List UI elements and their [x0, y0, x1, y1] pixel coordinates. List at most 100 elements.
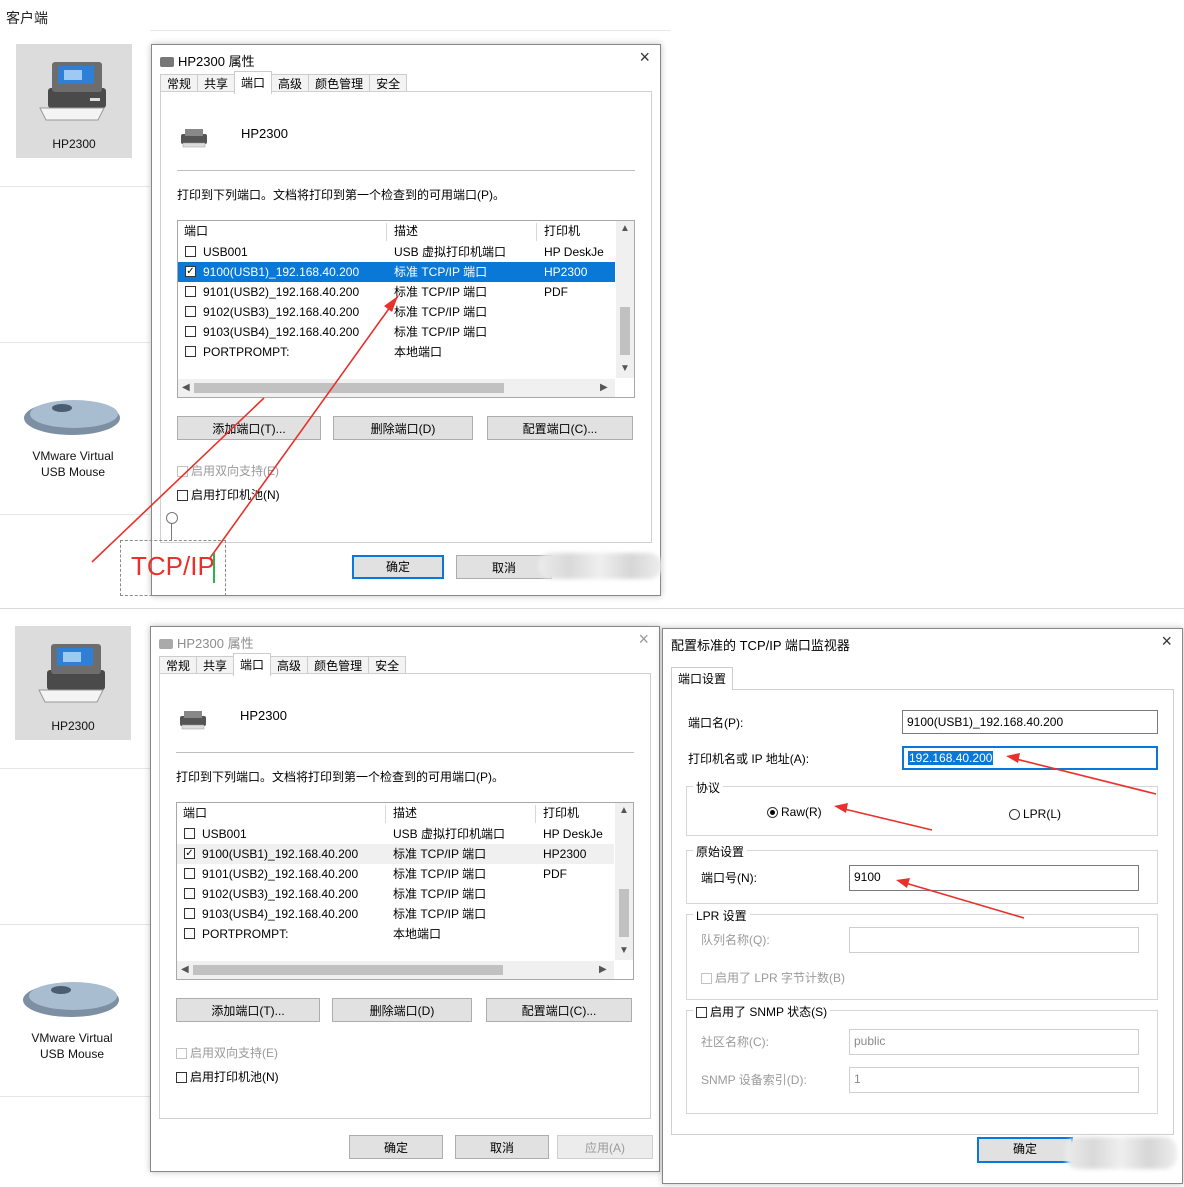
annotation-line	[901, 881, 1025, 919]
tab-ports[interactable]: 端口	[234, 71, 273, 94]
port-printer: HP2300	[543, 847, 587, 861]
port-description: 标准 TCP/IP 端口	[393, 907, 487, 921]
vertical-scrollbar[interactable]: ▲ ▼	[615, 803, 633, 960]
port-row[interactable]: 9102(USB3)_192.168.40.200 标准 TCP/IP 端口	[177, 884, 614, 904]
port-printer: HP DeskJe	[543, 827, 603, 841]
port-row[interactable]: 9103(USB4)_192.168.40.200 标准 TCP/IP 端口	[177, 904, 614, 924]
port-row[interactable]: USB001 USB 虚拟打印机端口 HP DeskJe	[177, 824, 614, 844]
annotation-textbox[interactable]: TCP/IP	[120, 540, 226, 596]
bidi-checkbox: 启用双向支持(E)	[176, 1044, 278, 1061]
checkbox-box[interactable]	[696, 1007, 707, 1018]
ports-list[interactable]: 端口 描述 打印机 USB001 USB 虚拟打印机端口 HP DeskJe ✓ 91…	[176, 802, 634, 980]
configure-port-button[interactable]: 配置端口(C)...	[486, 998, 632, 1022]
device-label-line: VMware Virtual	[31, 1031, 113, 1045]
tab-ports[interactable]: 端口	[233, 653, 272, 676]
divider	[0, 1096, 150, 1097]
printer-small-icon	[159, 639, 173, 649]
port-name: 9103(USB4)_192.168.40.200	[202, 907, 359, 921]
checkbox-label: 启用了 LPR 字节计数(B)	[715, 971, 846, 985]
divider	[0, 924, 150, 925]
printer-properties-dialog: HP2300 属性 × 常规 共享 端口 高级 颜色管理 安全 HP2300 打印到下列端…	[150, 626, 660, 1172]
arrow-head-icon	[896, 878, 910, 888]
scroll-thumb[interactable]	[619, 889, 629, 937]
port-description: 标准 TCP/IP 端口	[393, 867, 487, 881]
device-label: HP2300	[51, 719, 95, 733]
snmp-group: 启用了 SNMP 状态(S) 社区名称(C): public SNMP 设备索引…	[686, 1003, 1158, 1114]
community-name-label: 社区名称(C):	[701, 1035, 769, 1049]
snmp-index-input: 1	[849, 1067, 1139, 1093]
port-checkbox[interactable]	[184, 888, 195, 899]
port-row[interactable]: 9101(USB2)_192.168.40.200 标准 TCP/IP 端口 PDF	[177, 864, 614, 884]
checkbox-box	[176, 1048, 187, 1059]
mouse-icon	[21, 972, 121, 1023]
section-divider	[0, 608, 1184, 609]
port-name: USB001	[202, 827, 247, 841]
arrow-head-icon	[834, 803, 848, 813]
scroll-up-icon[interactable]: ▲	[619, 805, 629, 816]
column-header[interactable]: 描述	[393, 803, 417, 823]
add-port-button[interactable]: 添加端口(T)...	[176, 998, 320, 1022]
rotate-handle-line	[171, 523, 172, 540]
scroll-down-icon[interactable]: ▼	[619, 945, 629, 956]
snmp-checkbox[interactable]: 启用了 SNMP 状态(S)	[693, 1003, 831, 1020]
printer-icon	[176, 710, 210, 733]
divider	[0, 768, 150, 769]
column-header[interactable]: 打印机	[543, 803, 579, 823]
scroll-thumb[interactable]	[193, 965, 503, 975]
device-tile-printer[interactable]: HP2300	[15, 626, 131, 740]
close-icon[interactable]: ×	[638, 630, 649, 648]
annotation-arrows	[834, 753, 1157, 919]
divider	[176, 752, 634, 753]
port-name: 9102(USB3)_192.168.40.200	[202, 887, 359, 901]
port-description: 标准 TCP/IP 端口	[393, 847, 487, 861]
text-cursor	[213, 553, 215, 583]
checkbox-label: 启用打印机池(N)	[190, 1070, 279, 1084]
pool-checkbox[interactable]: 启用打印机池(N)	[176, 1068, 279, 1085]
checkbox-box[interactable]	[176, 1072, 187, 1083]
column-separator[interactable]	[535, 805, 536, 823]
column-header[interactable]: 端口	[183, 803, 207, 823]
cancel-button[interactable]: 取消	[455, 1135, 549, 1159]
ports-panel: HP2300 打印到下列端口。文档将打印到第一个检查到的可用端口(P)。 端口 …	[159, 673, 651, 1119]
port-checkbox[interactable]: ✓	[184, 848, 195, 859]
port-description: USB 虚拟打印机端口	[393, 827, 506, 841]
printer-icon	[37, 636, 111, 709]
tab-bar: 常规 共享 端口 高级 颜色管理 安全	[159, 653, 407, 676]
scroll-right-icon[interactable]: ▶	[599, 964, 607, 975]
annotation-line	[91, 397, 265, 563]
port-name: 9100(USB1)_192.168.40.200	[202, 847, 359, 861]
dialog-title-text: HP2300 属性	[177, 636, 254, 651]
lpr-bytecount-checkbox: 启用了 LPR 字节计数(B)	[701, 969, 845, 986]
port-checkbox[interactable]	[184, 828, 195, 839]
port-row[interactable]: PORTPROMPT: 本地端口	[177, 924, 614, 944]
annotation-arrows	[91, 295, 399, 563]
port-description: 本地端口	[393, 927, 442, 941]
checkbox-label: 启用双向支持(E)	[190, 1046, 278, 1060]
scroll-left-icon[interactable]: ◀	[181, 964, 189, 975]
ports-description: 打印到下列端口。文档将打印到第一个检查到的可用端口(P)。	[176, 770, 504, 784]
tab-port-settings[interactable]: 端口设置	[671, 667, 734, 690]
delete-port-button[interactable]: 删除端口(D)	[332, 998, 472, 1022]
port-description: 标准 TCP/IP 端口	[393, 887, 487, 901]
port-name: PORTPROMPT:	[202, 927, 289, 941]
printer-name: HP2300	[240, 708, 287, 723]
horizontal-scrollbar[interactable]: ◀ ▶	[177, 961, 614, 979]
port-checkbox[interactable]	[184, 908, 195, 919]
apply-button: 应用(A)	[557, 1135, 653, 1159]
device-label-line: USB Mouse	[39, 1047, 105, 1061]
blurred-region	[1065, 1137, 1177, 1169]
port-checkbox[interactable]	[184, 928, 195, 939]
column-separator[interactable]	[385, 805, 386, 823]
tab-bar: 端口设置	[671, 667, 734, 690]
ok-button[interactable]: 确定	[349, 1135, 443, 1159]
annotation-line	[839, 807, 933, 831]
arrow-head-icon	[384, 296, 398, 312]
dialog-title: HP2300 属性	[159, 633, 254, 652]
annotation-line	[1011, 757, 1157, 795]
ok-button[interactable]: 确定	[977, 1137, 1073, 1163]
port-checkbox[interactable]	[184, 868, 195, 879]
rotate-handle-icon[interactable]	[166, 512, 178, 524]
checkbox-box	[701, 973, 712, 984]
device-label: VMware Virtual USB Mouse	[7, 1030, 137, 1062]
port-row[interactable]: ✓ 9100(USB1)_192.168.40.200 标准 TCP/IP 端口 HP…	[177, 844, 614, 864]
